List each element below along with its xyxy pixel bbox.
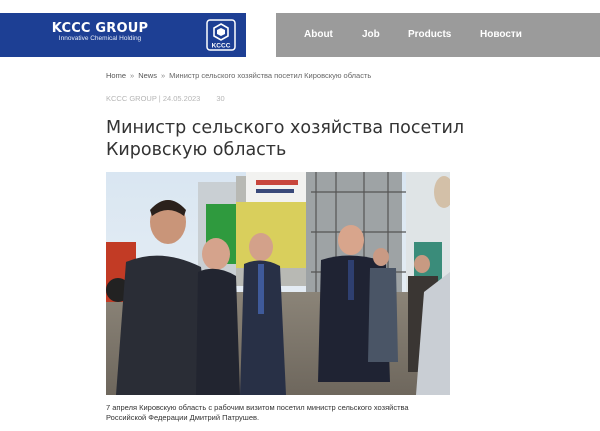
breadcrumb-home[interactable]: Home — [106, 71, 126, 80]
article-views: 30 — [216, 94, 225, 103]
logo-text: KCCC — [212, 43, 231, 50]
breadcrumb-separator: » — [130, 71, 135, 80]
brand-name: KCCC GROUP — [51, 21, 149, 36]
nav-about[interactable]: About — [304, 29, 333, 40]
breadcrumb-news[interactable]: News — [138, 71, 157, 80]
article-caption: 7 апреля Кировскую область с рабочим виз… — [106, 403, 409, 422]
nav-products[interactable]: Products — [408, 29, 451, 40]
article-title: Министр сельского хозяйства посетил Киро… — [106, 118, 464, 160]
brand-block[interactable]: KCCC GROUP Innovative Chemical Holding K… — [0, 13, 246, 57]
main-nav: About Job Products Новости — [276, 13, 600, 57]
brand-tagline: Innovative Chemical Holding — [58, 35, 142, 42]
kccc-logo-icon[interactable]: KCCC — [206, 19, 236, 51]
article-meta: KCCC GROUP | 24.05.2023 30 — [106, 94, 225, 103]
article-author-date: KCCC GROUP | 24.05.2023 — [106, 94, 201, 103]
breadcrumb-separator: » — [160, 71, 166, 80]
nav-news[interactable]: Новости — [480, 29, 522, 40]
breadcrumb: Home» News» Министр сельского хозяйства по… — [106, 71, 371, 80]
nav-job[interactable]: Job — [362, 29, 380, 40]
news-photo — [106, 172, 450, 395]
breadcrumb-current: Министр сельского хозяйства посетил Киро… — [169, 71, 372, 80]
